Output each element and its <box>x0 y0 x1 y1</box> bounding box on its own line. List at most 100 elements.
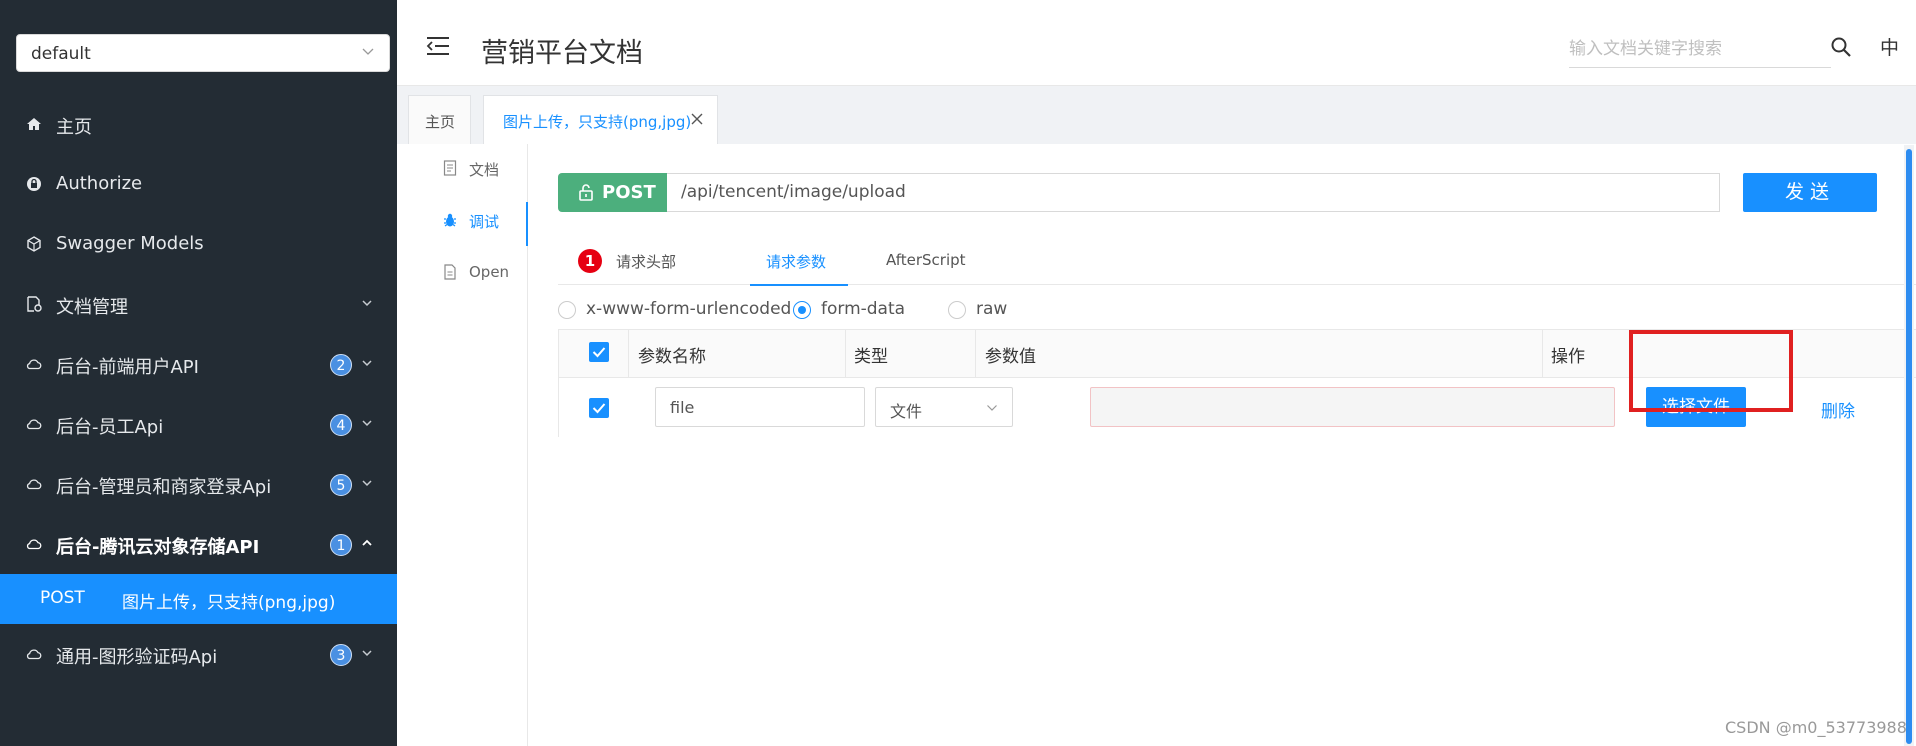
radio-circle-selected[interactable] <box>793 301 811 319</box>
watermark: CSDN @m0_53773988 <box>1725 718 1907 737</box>
chevron-up-icon <box>362 539 372 546</box>
page-title: 营销平台文档 <box>481 38 643 69</box>
tab-request-params-label: 请求参数 <box>766 253 827 271</box>
sidebar-item-label: 后台-前端用户API <box>56 357 199 378</box>
sidebar-item-label: Authorize <box>56 173 143 194</box>
tab-debug-label: 调试 <box>469 213 500 231</box>
document-icon <box>443 160 457 176</box>
sidebar: default 主页 Authorize Swagger Models 文档管理 <box>0 0 397 746</box>
group-select-value: default <box>31 44 91 64</box>
sidebar-subitem-image-upload[interactable]: POST 图片上传，只支持(png,jpg) <box>0 574 397 624</box>
sidebar-item-swagger-models[interactable]: Swagger Models <box>0 214 397 274</box>
radio-form-data[interactable]: form-data <box>793 295 913 325</box>
tab-after-script[interactable]: AfterScript <box>876 236 996 285</box>
tab-request-headers[interactable]: 1 请求头部 <box>578 236 698 285</box>
sidebar-menu: 主页 Authorize Swagger Models 文档管理 后台-前端用户… <box>0 94 397 684</box>
sidebar-item-frontend-user-api[interactable]: 后台-前端用户API 2 <box>0 334 397 394</box>
chevron-down-icon <box>362 480 372 487</box>
tab-request-headers-label: 请求头部 <box>616 253 677 271</box>
sidebar-item-label: 后台-管理员和商家登录Api <box>56 477 272 498</box>
column-header-value: 参数值 <box>985 347 1036 367</box>
method-badge: POST <box>558 173 667 212</box>
tab-home-label: 主页 <box>425 113 456 131</box>
tab-document-label: 文档 <box>469 161 500 179</box>
sidebar-item-label: 后台-腾讯云对象存储API <box>56 537 260 558</box>
radio-circle[interactable] <box>948 301 966 319</box>
close-icon[interactable] <box>690 112 704 126</box>
param-value-field[interactable] <box>1090 387 1615 427</box>
request-tabs: 1 请求头部 请求参数 AfterScript <box>558 236 1916 286</box>
chevron-down-icon <box>987 405 997 411</box>
radio-raw-label: raw <box>976 299 1008 319</box>
chevron-down-icon <box>362 48 374 55</box>
radio-urlencoded[interactable]: x-www-form-urlencoded <box>558 295 791 325</box>
sidebar-item-staff-api[interactable]: 后台-员工Api 4 <box>0 394 397 454</box>
sidebar-item-label: Swagger Models <box>56 233 204 254</box>
scrollbar-thumb[interactable] <box>1906 149 1912 744</box>
tab-home[interactable]: 主页 <box>408 95 471 144</box>
tab-open-label: Open <box>469 263 510 281</box>
sidebar-subitem-method: POST <box>40 588 85 608</box>
radio-raw[interactable]: raw <box>948 295 1028 325</box>
check-icon <box>592 347 606 358</box>
home-icon <box>27 118 41 130</box>
count-badge: 3 <box>330 644 352 666</box>
column-header-type: 类型 <box>854 347 888 367</box>
group-select[interactable]: default <box>16 34 390 72</box>
tab-image-upload-label: 图片上传，只支持(png,jpg) <box>503 113 692 131</box>
menu-collapse-icon[interactable] <box>426 36 450 56</box>
table-header-row: 参数名称 类型 参数值 操作 <box>559 330 1916 378</box>
sidebar-item-label: 后台-员工Api <box>56 417 164 438</box>
sidebar-item-label: 主页 <box>56 117 92 138</box>
method-label: POST <box>602 182 656 203</box>
choose-file-button[interactable]: 选择文件 <box>1646 387 1746 427</box>
tab-bar: 主页 图片上传，只支持(png,jpg) <box>397 86 1916 144</box>
unlock-icon <box>579 184 593 201</box>
chevron-down-icon <box>362 420 372 427</box>
delete-link[interactable]: 删除 <box>1821 397 1855 422</box>
cloud-icon <box>26 649 42 660</box>
param-name-input[interactable] <box>655 387 865 427</box>
check-icon <box>592 403 606 414</box>
radio-circle[interactable] <box>558 301 576 319</box>
count-badge: 5 <box>330 474 352 496</box>
radio-form-data-label: form-data <box>821 299 906 319</box>
search-input[interactable] <box>1569 30 1831 68</box>
url-field[interactable]: /api/tencent/image/upload <box>667 173 1720 212</box>
debug-panel: POST /api/tencent/image/upload 发送 1 请求头部… <box>528 144 1916 746</box>
cloud-icon <box>26 419 42 430</box>
param-type-select[interactable]: 文件 <box>875 387 1013 427</box>
tab-document[interactable]: 文档 <box>397 144 528 194</box>
column-header-name: 参数名称 <box>638 347 706 367</box>
tab-debug[interactable]: 调试 <box>397 196 529 246</box>
vertical-scrollbar[interactable] <box>1904 145 1914 746</box>
column-header-action: 操作 <box>1551 347 1585 367</box>
sidebar-item-captcha-api[interactable]: 通用-图形验证码Api 3 <box>0 624 397 684</box>
bug-icon <box>444 213 456 227</box>
lock-icon <box>27 177 41 191</box>
sidebar-item-tencent-cos-api[interactable]: 后台-腾讯云对象存储API 1 <box>0 514 397 574</box>
search-icon[interactable] <box>1830 36 1852 58</box>
send-button[interactable]: 发送 <box>1743 173 1877 212</box>
row-checkbox[interactable] <box>589 398 609 418</box>
chevron-down-icon <box>362 360 372 367</box>
sidebar-item-label: 通用-图形验证码Api <box>56 647 218 668</box>
cloud-icon <box>26 539 42 550</box>
count-badge: 4 <box>330 414 352 436</box>
tab-after-script-label: AfterScript <box>886 251 966 269</box>
headers-count-badge: 1 <box>578 249 602 273</box>
tab-request-params[interactable]: 请求参数 <box>750 236 848 286</box>
radio-urlencoded-label: x-www-form-urlencoded <box>586 299 792 319</box>
file-icon <box>444 264 456 280</box>
sidebar-subitem-title: 图片上传，只支持(png,jpg) <box>122 593 336 613</box>
tab-image-upload[interactable]: 图片上传，只支持(png,jpg) <box>483 95 718 144</box>
select-all-checkbox[interactable] <box>589 342 609 362</box>
sidebar-item-authorize[interactable]: Authorize <box>0 154 397 214</box>
models-icon <box>27 236 41 252</box>
cloud-icon <box>26 479 42 490</box>
tab-open[interactable]: Open <box>397 248 528 298</box>
sidebar-item-home[interactable]: 主页 <box>0 94 397 154</box>
sidebar-item-document-manage[interactable]: 文档管理 <box>0 274 397 334</box>
language-toggle[interactable]: 中 <box>1880 33 1899 60</box>
sidebar-item-admin-login-api[interactable]: 后台-管理员和商家登录Api 5 <box>0 454 397 514</box>
